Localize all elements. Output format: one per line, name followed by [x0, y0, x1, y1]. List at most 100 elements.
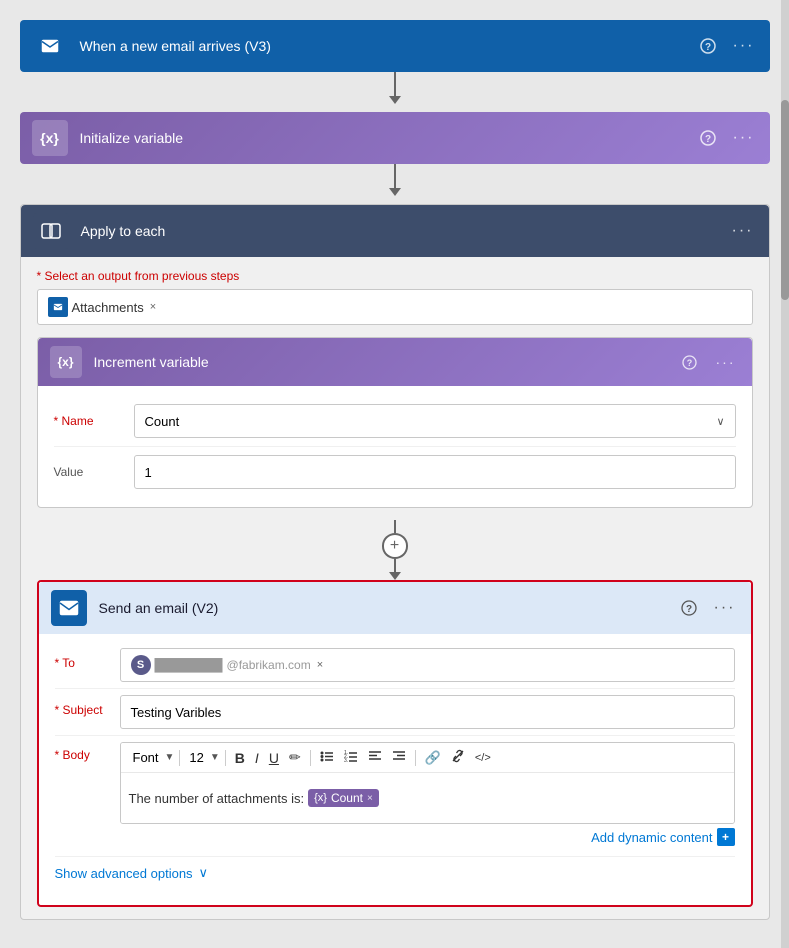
recipient-email: ████████	[155, 658, 223, 672]
font-size-selector[interactable]: 12	[185, 750, 207, 765]
apply-each-card: Apply to each ··· * Select an output fro…	[20, 204, 770, 920]
increment-more-button[interactable]: ···	[712, 348, 740, 376]
trigger-header: When a new email arrives (V3) ? ···	[20, 20, 770, 72]
add-dynamic-label: Add dynamic content	[591, 830, 712, 845]
variable-pill-icon: {x}	[314, 792, 327, 804]
name-field-control[interactable]: Count ∨	[134, 404, 736, 438]
svg-text:3.: 3.	[344, 758, 348, 763]
send-email-card: Send an email (V2) ? ··· * To	[37, 580, 753, 907]
arrow-line	[394, 72, 396, 96]
increment-variable-body: * Name Count ∨ Value 1	[38, 386, 752, 507]
chevron-down-font-icon: ▼	[165, 752, 175, 763]
plus-button[interactable]: +	[382, 533, 408, 558]
unlink-button[interactable]	[447, 747, 469, 768]
underline-button[interactable]: U	[265, 748, 283, 768]
code-button[interactable]: </>	[471, 750, 495, 766]
value-field-control[interactable]: 1	[134, 455, 736, 489]
inner-plus-connector: +	[37, 520, 753, 580]
chevron-down-icon: ∨	[716, 415, 724, 428]
add-dynamic-button[interactable]: Add dynamic content +	[591, 828, 734, 846]
increment-variable-card: {x} Increment variable ? ··· * Name	[37, 337, 753, 508]
variable-pill-label: Count	[331, 791, 363, 805]
ellipsis-icon-3: ···	[732, 222, 754, 240]
chevron-down-size-icon: ▼	[210, 752, 220, 763]
init-variable-help-button[interactable]: ?	[694, 124, 722, 152]
svg-text:?: ?	[704, 42, 710, 53]
scrollbar[interactable]	[781, 0, 789, 948]
trigger-step: When a new email arrives (V3) ? ···	[20, 20, 770, 72]
arrow-head-2	[389, 188, 401, 196]
body-field-row: * Body Font ▼ 12 ▼ B	[55, 736, 735, 857]
scrollbar-thumb[interactable]	[781, 100, 789, 300]
arrow-head	[389, 96, 401, 104]
subject-field-input[interactable]: Testing Varibles	[120, 695, 735, 729]
show-advanced-label: Show advanced options	[55, 866, 193, 881]
name-field-label: * Name	[54, 414, 134, 428]
unordered-list-button[interactable]	[316, 747, 338, 768]
show-advanced-button[interactable]: Show advanced options ∨	[55, 857, 209, 889]
inner-arrow-head	[389, 572, 401, 580]
apply-each-icon	[33, 213, 69, 249]
body-text-area[interactable]: The number of attachments is: {x} Count …	[121, 773, 734, 823]
increment-variable-header: {x} Increment variable ? ···	[38, 338, 752, 386]
send-email-title: Send an email (V2)	[99, 600, 675, 616]
recipient-remove-button[interactable]: ×	[317, 659, 323, 671]
init-variable-more-button[interactable]: ···	[730, 124, 758, 152]
body-text: The number of attachments is:	[129, 791, 305, 806]
init-variable-icon: {x}	[32, 120, 68, 156]
apply-each-actions: ···	[729, 217, 757, 245]
link-button[interactable]: 🔗	[421, 748, 445, 768]
arrow-line-2	[394, 164, 396, 188]
bold-button[interactable]: B	[231, 748, 249, 768]
trigger-title: When a new email arrives (V3)	[80, 38, 694, 54]
attachment-remove-button[interactable]: ×	[150, 301, 156, 313]
increment-variable-actions: ? ···	[676, 348, 740, 376]
recipient-email-domain: @fabrikam.com	[227, 658, 311, 672]
recipient-avatar: S	[131, 655, 151, 675]
send-email-body: * To S ████████ @fabrikam.com × *	[39, 634, 751, 905]
apply-each-more-button[interactable]: ···	[729, 217, 757, 245]
ellipsis-icon: ···	[733, 37, 755, 55]
ordered-list-button[interactable]: 1.2.3.	[340, 747, 362, 768]
trigger-actions: ? ···	[694, 32, 758, 60]
add-dynamic-row: Add dynamic content +	[120, 824, 735, 850]
send-email-more-button[interactable]: ···	[711, 594, 739, 622]
attachment-tag-label: Attachments	[72, 300, 144, 315]
connector-1	[389, 72, 401, 112]
init-variable-actions: ? ···	[694, 124, 758, 152]
toolbar-sep-3	[310, 750, 311, 766]
align-right-button[interactable]	[388, 747, 410, 768]
trigger-more-button[interactable]: ···	[730, 32, 758, 60]
align-left-button[interactable]	[364, 747, 386, 768]
italic-button[interactable]: I	[251, 748, 263, 768]
count-variable-pill: {x} Count ×	[308, 789, 379, 807]
trigger-icon	[32, 28, 68, 64]
toolbar-sep-1	[179, 750, 180, 766]
recipient-tag: S ████████ @fabrikam.com ×	[131, 655, 324, 675]
select-output-label: * Select an output from previous steps	[37, 269, 753, 283]
apply-each-header: Apply to each ···	[21, 205, 769, 257]
ellipsis-icon-4: ···	[716, 354, 736, 370]
increment-variable-icon: {x}	[50, 346, 82, 378]
value-field-row: Value 1	[54, 447, 736, 497]
variable-pill-remove-button[interactable]: ×	[367, 793, 373, 804]
svg-text:?: ?	[687, 358, 693, 368]
to-field-label: * To	[55, 648, 120, 670]
send-email-icon	[51, 590, 87, 626]
ellipsis-icon-5: ···	[714, 599, 736, 617]
attachment-tag: Attachments ×	[48, 297, 157, 317]
body-content-area: Font ▼ 12 ▼ B I U ✏	[120, 742, 735, 824]
font-selector[interactable]: Font	[129, 750, 163, 765]
send-email-header: Send an email (V2) ? ···	[39, 582, 751, 634]
attachments-field[interactable]: Attachments ×	[37, 289, 753, 325]
to-field-input[interactable]: S ████████ @fabrikam.com ×	[120, 648, 735, 682]
increment-help-button[interactable]: ?	[676, 348, 704, 376]
subject-field-label: * Subject	[55, 695, 120, 717]
pen-button[interactable]: ✏	[285, 747, 305, 768]
subject-field-row: * Subject Testing Varibles	[55, 689, 735, 736]
send-email-help-button[interactable]: ?	[675, 594, 703, 622]
trigger-help-button[interactable]: ?	[694, 32, 722, 60]
value-field-label: Value	[54, 465, 134, 479]
ellipsis-icon-2: ···	[733, 129, 755, 147]
svg-text:?: ?	[685, 604, 691, 615]
